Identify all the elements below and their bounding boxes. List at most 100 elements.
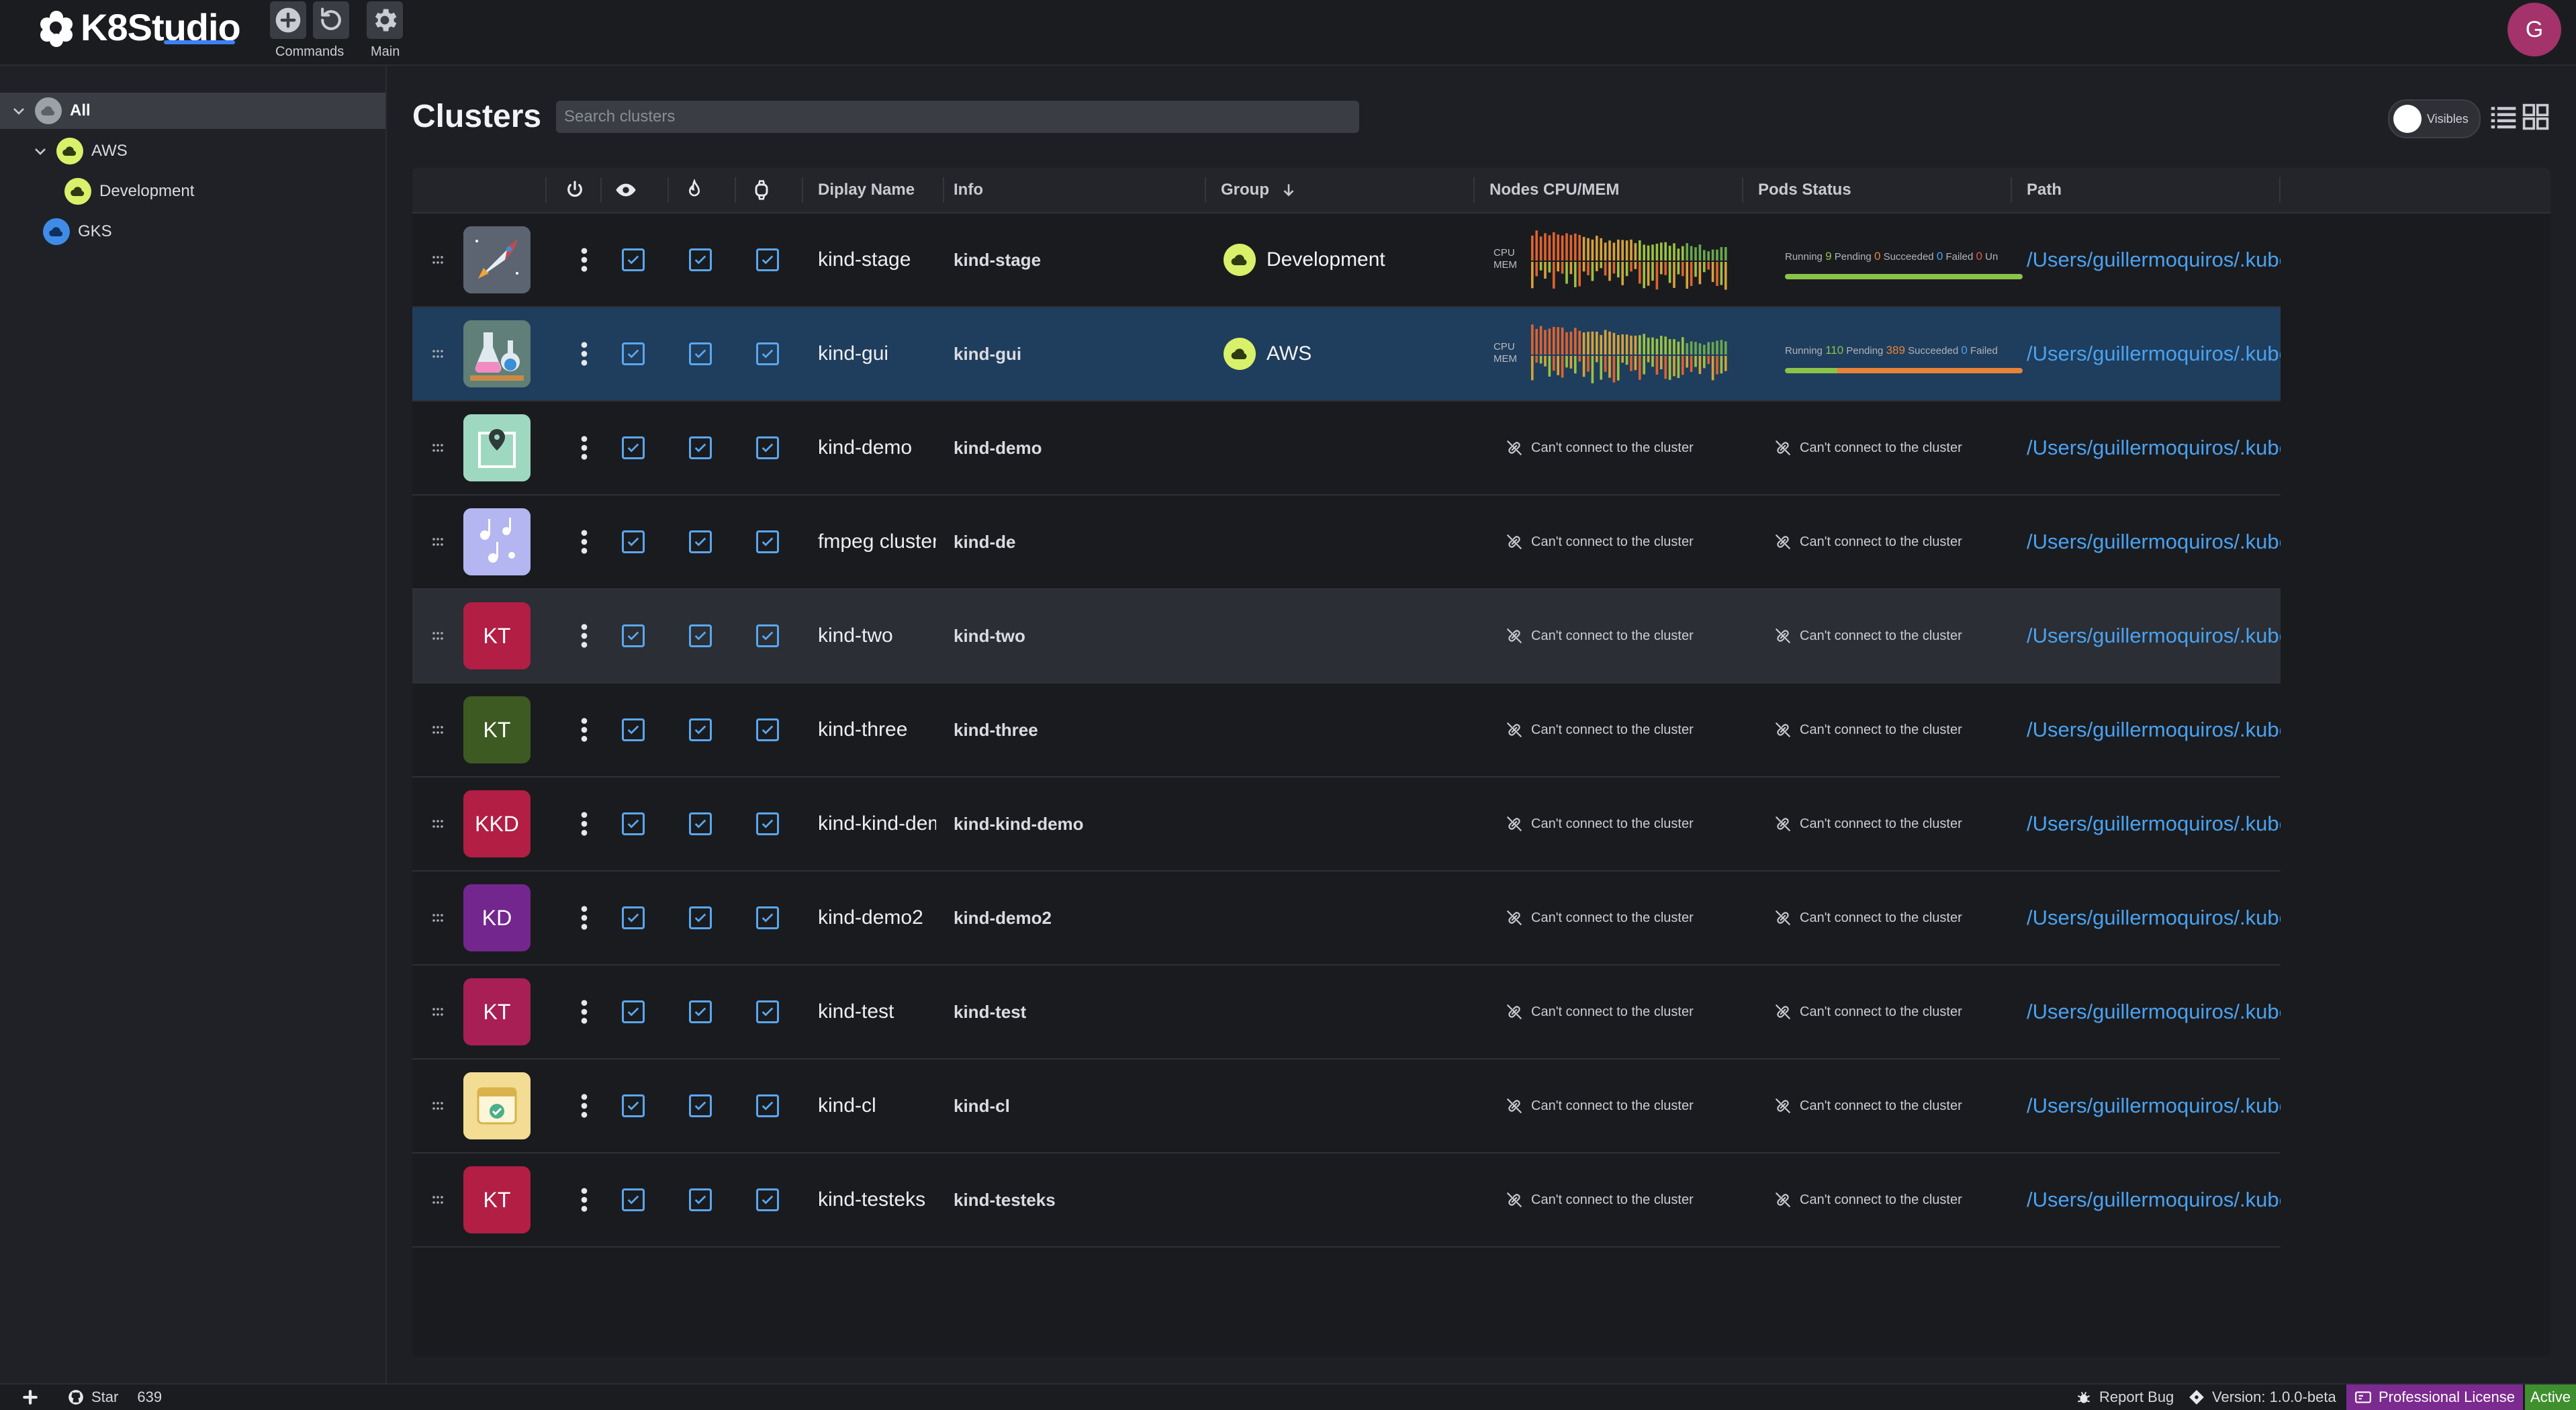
drag-handle-icon[interactable] — [430, 778, 446, 870]
kubeconfig-path-link[interactable]: /Users/guillermoquiros/.kube/config — [2027, 778, 2281, 870]
table-row[interactable]: KKD kind-kind-demo kind-kind-demo Can't con… — [412, 778, 2281, 872]
display-name[interactable]: kind-demo — [818, 402, 936, 494]
visible-checkbox[interactable] — [689, 1188, 712, 1211]
more-options-icon[interactable] — [571, 966, 598, 1058]
visible-checkbox[interactable] — [689, 1094, 712, 1117]
refresh-button[interactable] — [313, 1, 349, 39]
hot-checkbox[interactable] — [756, 248, 779, 271]
kubeconfig-path-link[interactable]: /Users/guillermoquiros/.kube/config — [2027, 496, 2281, 588]
drag-handle-icon[interactable] — [430, 214, 446, 306]
visible-checkbox[interactable] — [689, 530, 712, 553]
sidebar-item-aws[interactable]: AWS — [32, 133, 128, 169]
cluster-icon[interactable]: KT — [463, 602, 531, 669]
version-info[interactable]: Version: 1.0.0-beta — [2188, 1384, 2336, 1410]
power-checkbox[interactable] — [622, 906, 645, 929]
sidebar-item-gks[interactable]: GKS — [43, 214, 112, 250]
cluster-icon[interactable]: KD — [463, 884, 531, 951]
power-checkbox[interactable] — [622, 1094, 645, 1117]
more-options-icon[interactable] — [571, 496, 598, 588]
more-options-icon[interactable] — [571, 1060, 598, 1152]
drag-handle-icon[interactable] — [430, 1060, 446, 1152]
visible-checkbox[interactable] — [689, 1000, 712, 1023]
hot-checkbox[interactable] — [756, 530, 779, 553]
user-avatar[interactable]: G — [2508, 3, 2561, 56]
drag-handle-icon[interactable] — [430, 496, 446, 588]
visible-checkbox[interactable] — [689, 906, 712, 929]
power-checkbox[interactable] — [622, 1188, 645, 1211]
table-row[interactable]: KT kind-three kind-three Can't connect to t… — [412, 684, 2281, 778]
col-info[interactable]: Info — [954, 168, 983, 212]
hot-checkbox[interactable] — [756, 906, 779, 929]
hot-checkbox[interactable] — [756, 342, 779, 365]
power-checkbox[interactable] — [622, 718, 645, 741]
kubeconfig-path-link[interactable]: /Users/guillermoquiros/.kube/config — [2027, 308, 2281, 400]
visible-checkbox[interactable] — [689, 624, 712, 647]
power-checkbox[interactable] — [622, 812, 645, 835]
display-name[interactable]: kind-test — [818, 966, 936, 1058]
col-watch[interactable] — [751, 168, 772, 212]
slack-button[interactable] — [21, 1384, 39, 1410]
kubeconfig-path-link[interactable]: /Users/guillermoquiros/.kube/config — [2027, 872, 2281, 964]
chevron-down-icon[interactable] — [32, 143, 48, 159]
power-checkbox[interactable] — [622, 248, 645, 271]
power-checkbox[interactable] — [622, 624, 645, 647]
drag-handle-icon[interactable] — [430, 590, 446, 682]
cluster-icon[interactable] — [463, 320, 531, 387]
search-input[interactable] — [556, 101, 1359, 133]
drag-handle-icon[interactable] — [430, 402, 446, 494]
cluster-icon[interactable]: KT — [463, 978, 531, 1045]
kubeconfig-path-link[interactable]: /Users/guillermoquiros/.kube/config — [2027, 684, 2281, 776]
cluster-icon[interactable]: KKD — [463, 790, 531, 857]
sidebar-item-development[interactable]: Development — [64, 173, 194, 209]
list-view-button[interactable] — [2489, 102, 2518, 132]
more-options-icon[interactable] — [571, 1154, 598, 1246]
report-bug-button[interactable]: Report Bug — [2075, 1384, 2174, 1410]
drag-handle-icon[interactable] — [430, 1154, 446, 1246]
hot-checkbox[interactable] — [756, 1094, 779, 1117]
display-name[interactable]: kind-demo2 — [818, 872, 936, 964]
cluster-icon[interactable]: KT — [463, 696, 531, 763]
more-options-icon[interactable] — [571, 684, 598, 776]
table-row[interactable]: KT kind-test kind-test Can't connect to the… — [412, 966, 2281, 1060]
drag-handle-icon[interactable] — [430, 308, 446, 400]
kubeconfig-path-link[interactable]: /Users/guillermoquiros/.kube/config — [2027, 966, 2281, 1058]
kubeconfig-path-link[interactable]: /Users/guillermoquiros/.kube/config — [2027, 590, 2281, 682]
hot-checkbox[interactable] — [756, 1000, 779, 1023]
hot-checkbox[interactable] — [756, 1188, 779, 1211]
table-row[interactable]: kind-demo kind-demo Can't connect to the c… — [412, 402, 2281, 496]
cluster-icon[interactable] — [463, 226, 531, 293]
col-power[interactable] — [564, 168, 586, 212]
kubeconfig-path-link[interactable]: /Users/guillermoquiros/.kube/config — [2027, 1154, 2281, 1246]
chevron-down-icon[interactable] — [11, 103, 27, 119]
more-options-icon[interactable] — [571, 402, 598, 494]
display-name[interactable]: kind-three — [818, 684, 936, 776]
drag-handle-icon[interactable] — [430, 966, 446, 1058]
more-options-icon[interactable] — [571, 590, 598, 682]
hot-checkbox[interactable] — [756, 436, 779, 459]
visible-checkbox[interactable] — [689, 248, 712, 271]
display-name[interactable]: kind-gui — [818, 308, 936, 400]
display-name[interactable]: kind-testeks — [818, 1154, 936, 1246]
hot-checkbox[interactable] — [756, 718, 779, 741]
hot-checkbox[interactable] — [756, 624, 779, 647]
table-row[interactable]: fmpeg cluster kind-de Can't connect to the… — [412, 496, 2281, 590]
power-checkbox[interactable] — [622, 342, 645, 365]
table-row[interactable]: kind-stage kind-stage Development CPU MEM Run… — [412, 214, 2281, 308]
table-row[interactable]: kind-cl kind-cl Can't connect to the clust… — [412, 1060, 2281, 1154]
grid-view-button[interactable] — [2521, 102, 2550, 132]
license-badge[interactable]: Professional License — [2346, 1384, 2524, 1410]
col-nodes[interactable]: Nodes CPU/MEM — [1489, 168, 1619, 212]
col-visible[interactable] — [615, 168, 637, 212]
visible-checkbox[interactable] — [689, 436, 712, 459]
kubeconfig-path-link[interactable]: /Users/guillermoquiros/.kube/config — [2027, 1060, 2281, 1152]
display-name[interactable]: kind-kind-demo — [818, 778, 936, 870]
display-name[interactable]: kind-two — [818, 590, 936, 682]
display-name[interactable]: fmpeg cluster — [818, 496, 936, 588]
settings-button[interactable] — [367, 1, 403, 39]
drag-handle-icon[interactable] — [430, 684, 446, 776]
visibles-toggle[interactable]: Visibles — [2388, 99, 2481, 138]
kubeconfig-path-link[interactable]: /Users/guillermoquiros/.kube/config — [2027, 214, 2281, 306]
power-checkbox[interactable] — [622, 1000, 645, 1023]
power-checkbox[interactable] — [622, 436, 645, 459]
kubeconfig-path-link[interactable]: /Users/guillermoquiros/.kube/config — [2027, 402, 2281, 494]
